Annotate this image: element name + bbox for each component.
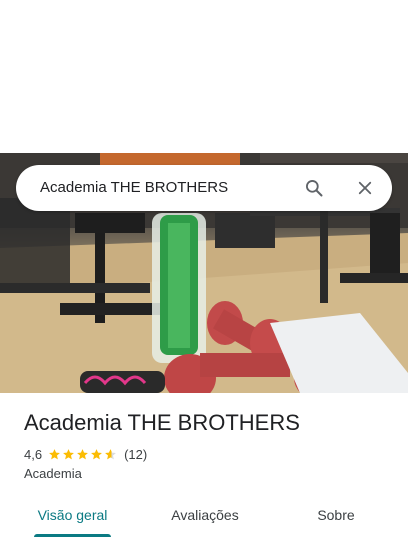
place-category[interactable]: Academia [24, 466, 82, 481]
search-box[interactable]: Academia THE BROTHERS [16, 165, 392, 211]
rating-value: 4,6 [24, 446, 43, 462]
tab-reviews[interactable]: Avaliações [160, 496, 250, 534]
star-half-icon [105, 448, 116, 459]
tab-about[interactable]: Sobre [306, 496, 366, 534]
place-title: Academia THE BROTHERS [24, 410, 300, 435]
search-input[interactable]: Academia THE BROTHERS [40, 165, 228, 211]
star-icon [77, 448, 88, 459]
search-icon[interactable] [302, 176, 326, 200]
star-icon [63, 448, 74, 459]
star-icon [49, 448, 60, 459]
active-tab-indicator [34, 534, 111, 537]
star-icon [91, 448, 102, 459]
star-rating [48, 448, 118, 461]
review-count[interactable]: (12) [124, 447, 147, 462]
rating-row[interactable]: 4,6 (12) [24, 445, 147, 463]
tab-overview[interactable]: Visão geral [34, 496, 111, 534]
close-icon[interactable] [353, 176, 377, 200]
tab-bar: Visão geral Avaliações Sobre [0, 496, 408, 538]
